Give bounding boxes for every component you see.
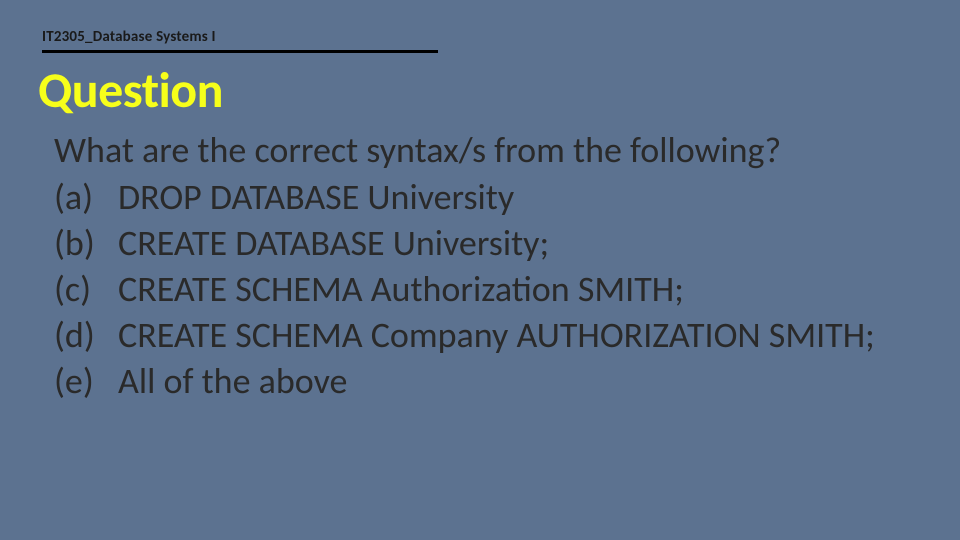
option-letter: (c) <box>54 266 118 312</box>
option-text: CREATE SCHEMA Authorization SMITH; <box>118 266 914 312</box>
answer-options-list: (a) DROP DATABASE University (b) CREATE … <box>54 174 914 404</box>
option-text: DROP DATABASE University <box>118 174 914 220</box>
option-letter: (b) <box>54 220 118 266</box>
course-code-label: IT2305_Database Systems I <box>42 28 216 46</box>
list-item: (d) CREATE SCHEMA Company AUTHORIZATION … <box>54 312 914 358</box>
list-item: (b) CREATE DATABASE University; <box>54 220 914 266</box>
slide-heading: Question <box>38 60 223 121</box>
option-letter: (d) <box>54 312 118 358</box>
option-text: CREATE DATABASE University; <box>118 220 914 266</box>
question-prompt: What are the correct syntax/s from the f… <box>54 128 781 172</box>
option-letter: (e) <box>54 358 118 404</box>
list-item: (e) All of the above <box>54 358 914 404</box>
option-text: CREATE SCHEMA Company AUTHORIZATION SMIT… <box>118 312 914 358</box>
list-item: (c) CREATE SCHEMA Authorization SMITH; <box>54 266 914 312</box>
header-underline <box>42 50 438 53</box>
option-text: All of the above <box>118 358 914 404</box>
list-item: (a) DROP DATABASE University <box>54 174 914 220</box>
option-letter: (a) <box>54 174 118 220</box>
